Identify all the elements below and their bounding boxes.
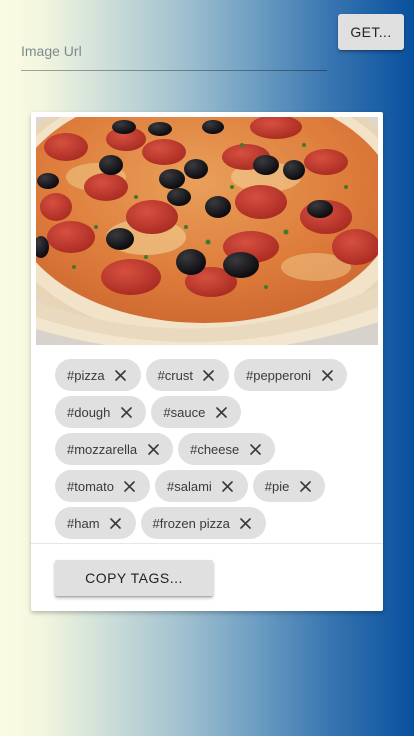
- get-button[interactable]: GET...: [338, 14, 404, 50]
- chip-label: #cheese: [190, 441, 240, 457]
- close-icon[interactable]: [108, 515, 124, 531]
- close-icon[interactable]: [297, 478, 313, 494]
- chip-row: #ham #frozen pizza: [55, 507, 375, 539]
- chip-label: #salami: [166, 478, 212, 494]
- chip-label: #crust: [157, 367, 193, 383]
- result-card: #pizza #crust #pepperoni #dough #sauce #…: [31, 112, 383, 611]
- close-icon[interactable]: [220, 478, 236, 494]
- tag-chip-sauce[interactable]: #sauce: [151, 396, 242, 428]
- chip-label: #ham: [67, 515, 100, 531]
- chip-label: #mozzarella: [67, 441, 138, 457]
- close-icon[interactable]: [247, 441, 263, 457]
- chip-label: #sauce: [163, 404, 206, 420]
- chip-row: #mozzarella #cheese: [55, 433, 375, 465]
- chip-label: #dough: [67, 404, 111, 420]
- close-icon[interactable]: [145, 441, 161, 457]
- chip-label: #frozen pizza: [152, 515, 230, 531]
- image-url-input[interactable]: [21, 40, 321, 62]
- close-icon[interactable]: [319, 367, 335, 383]
- pizza-image: [36, 117, 378, 345]
- close-icon[interactable]: [213, 404, 229, 420]
- tag-chip-pizza[interactable]: #pizza: [55, 359, 141, 391]
- close-icon[interactable]: [118, 404, 134, 420]
- tag-chip-pie[interactable]: #pie: [252, 470, 326, 502]
- tag-chip-ham[interactable]: #ham: [55, 507, 136, 539]
- close-icon[interactable]: [113, 367, 129, 383]
- card-divider: [31, 543, 383, 544]
- chip-label: #tomato: [67, 478, 114, 494]
- tag-chip-frozen-pizza[interactable]: #frozen pizza: [140, 507, 266, 539]
- tag-chip-pepperoni[interactable]: #pepperoni: [233, 359, 348, 391]
- chip-label: #pie: [264, 478, 290, 494]
- close-icon[interactable]: [238, 515, 254, 531]
- tag-chip-crust[interactable]: #crust: [145, 359, 229, 391]
- close-icon[interactable]: [201, 367, 217, 383]
- tag-chips: #pizza #crust #pepperoni #dough #sauce #…: [55, 359, 375, 544]
- image-url-field[interactable]: [21, 28, 327, 71]
- chip-label: #pizza: [67, 367, 105, 383]
- tag-chip-cheese[interactable]: #cheese: [178, 433, 276, 465]
- tag-chip-salami[interactable]: #salami: [154, 470, 248, 502]
- tag-chip-dough[interactable]: #dough: [55, 396, 147, 428]
- copy-tags-button[interactable]: COPY TAGS...: [55, 560, 213, 596]
- close-icon[interactable]: [122, 478, 138, 494]
- tag-chip-tomato[interactable]: #tomato: [55, 470, 150, 502]
- tag-chip-mozzarella[interactable]: #mozzarella: [55, 433, 174, 465]
- chip-row: #tomato #salami #pie: [55, 470, 375, 502]
- chip-row: #pizza #crust #pepperoni: [55, 359, 375, 391]
- chip-row: #dough #sauce: [55, 396, 375, 428]
- chip-label: #pepperoni: [245, 367, 312, 383]
